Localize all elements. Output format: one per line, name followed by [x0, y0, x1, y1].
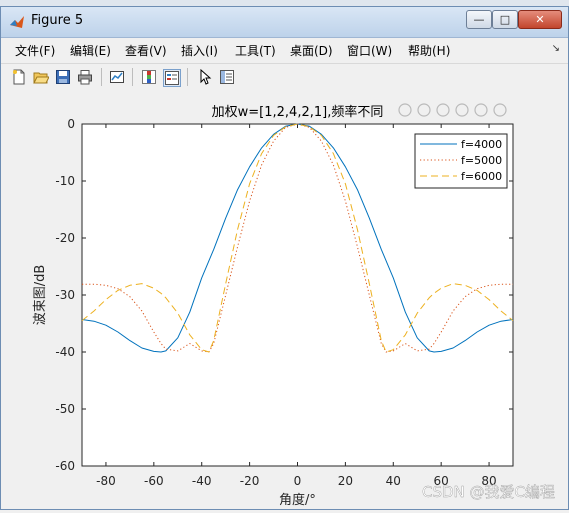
- zoom-in-icon[interactable]: [455, 103, 469, 117]
- x-tick-label: 20: [338, 474, 353, 488]
- minimize-button[interactable]: —: [466, 10, 492, 29]
- menu-view[interactable]: 查看(V): [125, 42, 167, 59]
- figure-canvas: -80 -60 -40 -20 0 20 40 60 80 0 -10 -20 -30 -40 -50 -60…: [1, 91, 568, 509]
- y-tick-label: -40: [55, 345, 75, 359]
- beam-pattern-chart[interactable]: -80 -60 -40 -20 0 20 40 60 800-10-20-30-40-50-60…: [1, 91, 568, 509]
- figure-toolbar: [1, 63, 568, 92]
- matlab-logo-icon: [10, 16, 24, 28]
- maximize-icon: □: [499, 13, 511, 26]
- toolbar-separator: [101, 68, 102, 86]
- watermark-text: CSDN @我爱C编程: [422, 483, 555, 501]
- close-button[interactable]: ✕: [518, 10, 562, 29]
- menu-edit[interactable]: 编辑(E): [70, 42, 111, 59]
- y-tick-label: -10: [55, 174, 75, 188]
- data-cursor-icon[interactable]: [398, 103, 412, 117]
- y-tick-label: -60: [55, 459, 75, 473]
- legend-label-1: f=4000: [461, 138, 502, 151]
- insert-colorbar-icon[interactable]: [141, 69, 157, 85]
- menu-file[interactable]: 文件(F): [15, 42, 55, 59]
- y-tick-label: -30: [55, 288, 75, 302]
- window-title: Figure 5: [31, 13, 84, 28]
- toolbar-separator: [187, 68, 188, 86]
- y-tick-label: -20: [55, 231, 75, 245]
- x-tick-label: -40: [192, 474, 212, 488]
- y-axis-label: 波束图/dB: [33, 265, 48, 326]
- save-icon[interactable]: [55, 69, 71, 85]
- property-editor-icon[interactable]: [219, 69, 235, 85]
- chart-title: 加权w=[1,2,4,2,1],频率不同: [212, 104, 384, 120]
- link-plot-icon[interactable]: [109, 69, 125, 85]
- x-tick-label: -60: [144, 474, 164, 488]
- pan-icon[interactable]: [436, 103, 450, 117]
- minimize-icon: —: [473, 13, 485, 26]
- maximize-button[interactable]: □: [492, 10, 518, 29]
- print-icon[interactable]: [77, 69, 93, 85]
- y-tick-label: -50: [55, 402, 75, 416]
- x-tick-label: -80: [96, 474, 116, 488]
- legend-label-3: f=6000: [461, 170, 502, 183]
- home-icon[interactable]: [493, 103, 507, 117]
- brush-icon[interactable]: [417, 103, 431, 117]
- x-tick-label: 40: [386, 474, 401, 488]
- menu-help[interactable]: 帮助(H): [408, 42, 450, 59]
- menu-bar: 文件(F) 编辑(E) 查看(V) 插入(I) 工具(T) 桌面(D) 窗口(W…: [1, 38, 568, 62]
- toolbar-separator: [132, 68, 133, 86]
- menu-insert[interactable]: 插入(I): [181, 42, 218, 59]
- figure-window: Figure 5 — □ ✕ 文件(F) 编辑(E) 查看(V) 插入(I) 工…: [0, 6, 569, 510]
- x-tick-label: -20: [240, 474, 260, 488]
- menu-window[interactable]: 窗口(W): [347, 42, 392, 59]
- insert-legend-icon[interactable]: [163, 69, 181, 87]
- zoom-out-icon[interactable]: [474, 103, 488, 117]
- close-icon: ✕: [535, 13, 545, 26]
- new-figure-icon[interactable]: [11, 69, 27, 85]
- title-bar[interactable]: Figure 5 — □ ✕: [1, 7, 568, 38]
- pointer-icon[interactable]: [197, 69, 213, 85]
- menu-desktop[interactable]: 桌面(D): [290, 42, 333, 59]
- legend-label-2: f=5000: [461, 154, 502, 167]
- menubar-overflow-icon[interactable]: ↘: [552, 43, 560, 54]
- y-tick-label: 0: [67, 117, 75, 131]
- menu-tools[interactable]: 工具(T): [235, 42, 276, 59]
- x-tick-label: 0: [294, 474, 302, 488]
- open-file-icon[interactable]: [33, 69, 49, 85]
- x-axis-label: 角度/°: [279, 492, 316, 508]
